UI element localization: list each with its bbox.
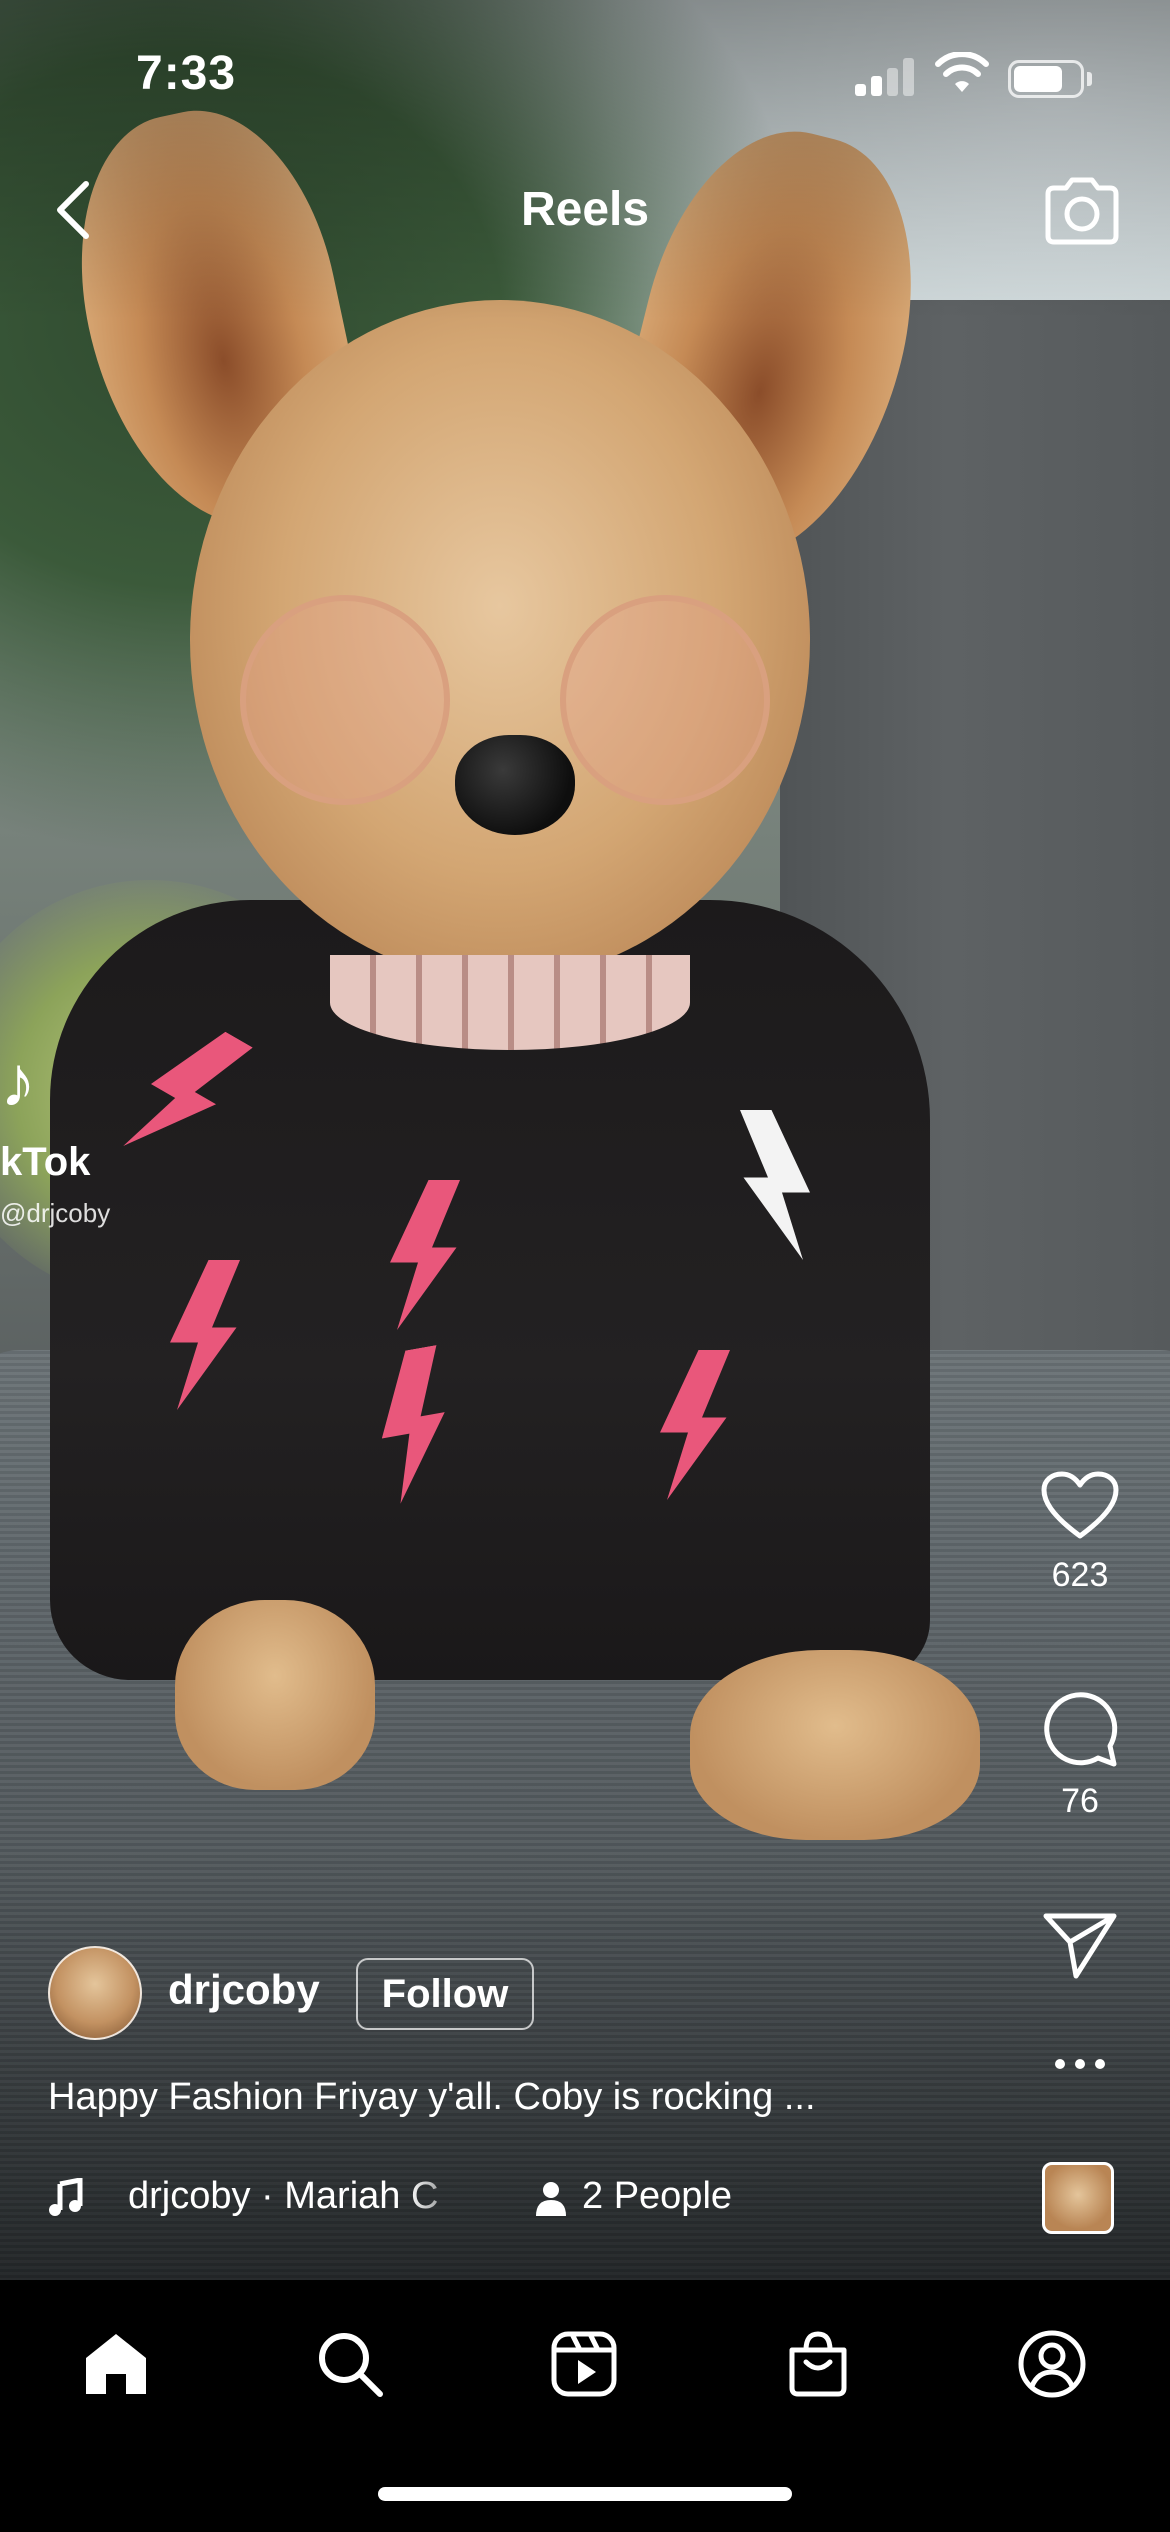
- avatar[interactable]: [48, 1946, 142, 2040]
- glasses-lens-right: [560, 595, 770, 805]
- comment-count: 76: [1061, 1782, 1099, 1820]
- profile-icon[interactable]: [1016, 2328, 1088, 2400]
- tiktok-logo-icon: ♪: [0, 1042, 36, 1122]
- username[interactable]: drjcoby: [168, 1966, 320, 2014]
- page-title: Reels: [520, 183, 650, 236]
- tab-home[interactable]: [68, 2320, 164, 2416]
- like-button[interactable]: 623: [1020, 1470, 1140, 1595]
- tagged-people[interactable]: 2 People: [582, 2175, 732, 2218]
- wifi-icon: [935, 52, 989, 92]
- tab-search[interactable]: [302, 2320, 398, 2416]
- dog-paw-left: [175, 1600, 375, 1790]
- caption[interactable]: Happy Fashion Friyay y'all. Coby is rock…: [48, 2076, 968, 2119]
- tab-shop[interactable]: [770, 2320, 866, 2416]
- follow-button[interactable]: Follow: [356, 1958, 534, 2030]
- status-time: 7:33: [136, 47, 237, 100]
- reels-icon[interactable]: [548, 2328, 620, 2400]
- battery-icon: [1008, 60, 1092, 98]
- watermark-name: kTok: [0, 1140, 91, 1184]
- glasses-lens-left: [240, 595, 450, 805]
- like-count: 623: [1051, 1556, 1109, 1594]
- jeweled-collar: [330, 955, 690, 1050]
- more-button[interactable]: [1020, 2054, 1140, 2074]
- person-icon: [536, 2182, 566, 2216]
- audio-label[interactable]: drjcoby · Mariah C: [128, 2175, 478, 2218]
- share-button[interactable]: [1020, 1910, 1140, 1982]
- home-icon[interactable]: [80, 2328, 152, 2400]
- comment-button[interactable]: 76: [1020, 1688, 1140, 1821]
- tab-reels[interactable]: [536, 2320, 632, 2416]
- watermark-handle: @drjcoby: [0, 1198, 111, 1228]
- dog-paw-right: [690, 1650, 980, 1840]
- comment-icon[interactable]: [1040, 1688, 1120, 1768]
- home-indicator: [378, 2487, 792, 2501]
- camera-icon[interactable]: [1040, 172, 1124, 248]
- tab-profile[interactable]: [1004, 2320, 1100, 2416]
- send-icon[interactable]: [1040, 1910, 1120, 1982]
- music-note-icon: [49, 2178, 83, 2216]
- more-icon[interactable]: [1040, 2054, 1120, 2074]
- status-bar: 7:33: [0, 0, 1170, 150]
- shopping-bag-icon[interactable]: [782, 2328, 854, 2400]
- audio-thumbnail[interactable]: [1042, 2162, 1114, 2234]
- dog-nose: [455, 735, 575, 835]
- heart-icon[interactable]: [1040, 1470, 1120, 1542]
- search-icon[interactable]: [314, 2328, 386, 2400]
- cellular-signal-icon: [855, 58, 915, 96]
